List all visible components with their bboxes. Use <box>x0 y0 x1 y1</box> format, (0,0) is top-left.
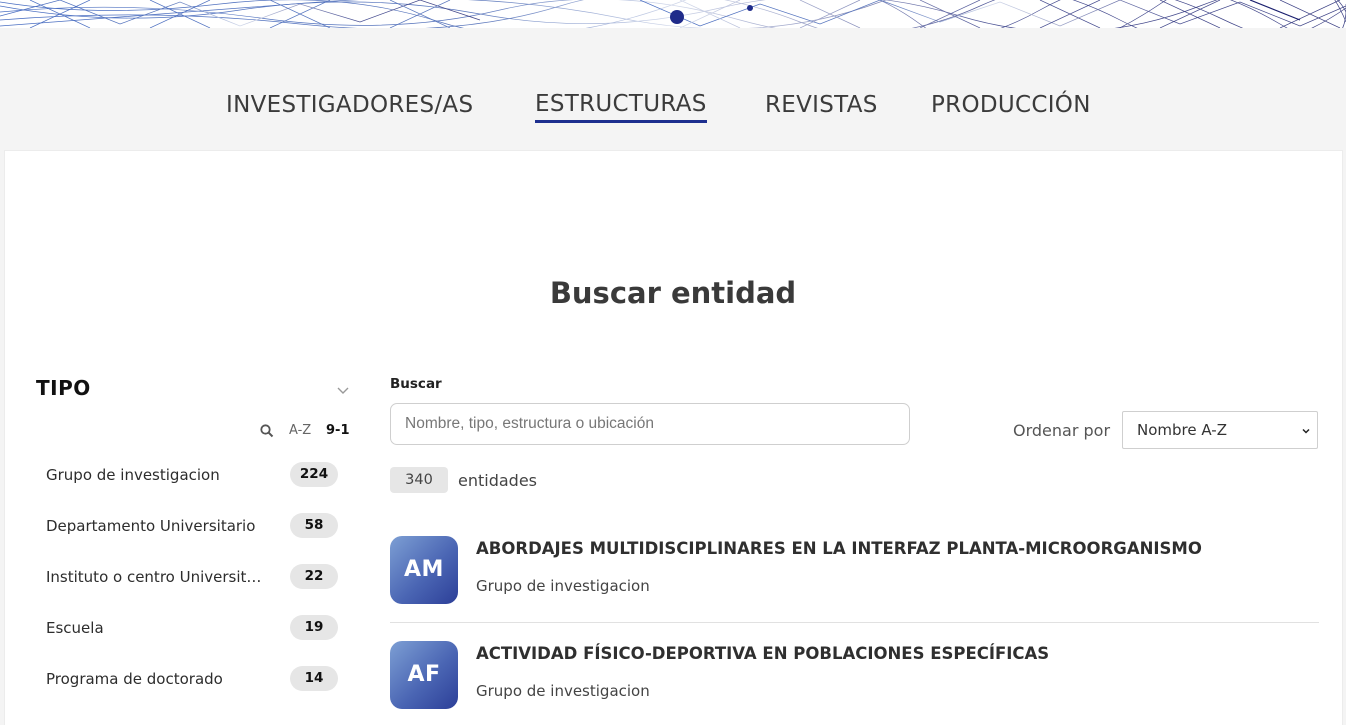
header-banner <box>0 0 1346 28</box>
result-divider <box>390 622 1319 623</box>
order-selected-value: Nombre A-Z <box>1137 421 1227 439</box>
nav-produccion[interactable]: PRODUCCIÓN <box>931 92 1091 118</box>
chevron-down-icon <box>1302 428 1310 434</box>
facet-count: 19 <box>290 615 338 640</box>
facet-escuela[interactable]: Escuela 19 <box>46 615 338 641</box>
nav-estructuras[interactable]: ESTRUCTURAS <box>535 91 707 123</box>
page-title: Buscar entidad <box>549 276 797 310</box>
main-nav: INVESTIGADORES/AS ESTRUCTURAS REVISTAS P… <box>0 28 1346 150</box>
result-item[interactable]: AF ACTIVIDAD FÍSICO-DEPORTIVA EN POBLACI… <box>390 641 1319 725</box>
sort-az-button[interactable]: A-Z <box>289 423 311 439</box>
facet-label: Escuela <box>46 619 104 637</box>
facet-label: Instituto o centro Universitario <box>46 568 268 586</box>
nav-investigadores[interactable]: INVESTIGADORES/AS <box>226 92 473 118</box>
avatar: AM <box>390 536 458 604</box>
sort-count-button[interactable]: 9-1 <box>326 423 350 439</box>
facet-label: Programa de doctorado <box>46 670 223 688</box>
search-input[interactable] <box>390 403 910 445</box>
facet-count: 58 <box>290 513 338 538</box>
result-title[interactable]: ABORDAJES MULTIDISCIPLINARES EN LA INTER… <box>476 539 1202 558</box>
facet-label: Grupo de investigacion <box>46 466 220 484</box>
result-item[interactable]: AM ABORDAJES MULTIDISCIPLINARES EN LA IN… <box>390 536 1319 624</box>
nav-revistas[interactable]: REVISTAS <box>765 92 878 118</box>
facet-count: 22 <box>290 564 338 589</box>
results-count-badge: 340 <box>390 467 448 493</box>
result-type: Grupo de investigacion <box>476 682 650 700</box>
filter-title: TIPO <box>36 376 91 400</box>
avatar: AF <box>390 641 458 709</box>
facet-programa-doctorado[interactable]: Programa de doctorado 14 <box>46 666 338 692</box>
mesh-graphic <box>0 0 1346 28</box>
facet-departamento[interactable]: Departamento Universitario 58 <box>46 513 338 539</box>
result-type: Grupo de investigacion <box>476 577 650 595</box>
chevron-down-icon[interactable] <box>335 382 351 398</box>
results-count-label: entidades <box>458 471 537 490</box>
facet-label: Departamento Universitario <box>46 517 256 535</box>
facet-count: 14 <box>290 666 338 691</box>
search-icon[interactable] <box>259 423 275 439</box>
facet-instituto[interactable]: Instituto o centro Universitario 22 <box>46 564 338 590</box>
facet-count: 224 <box>290 462 338 487</box>
order-label: Ordenar por <box>1013 421 1111 440</box>
result-title[interactable]: ACTIVIDAD FÍSICO-DEPORTIVA EN POBLACIONE… <box>476 644 1049 663</box>
search-label: Buscar <box>390 376 442 392</box>
order-select[interactable]: Nombre A-Z <box>1122 411 1318 449</box>
facet-grupo[interactable]: Grupo de investigacion 224 <box>46 462 338 488</box>
